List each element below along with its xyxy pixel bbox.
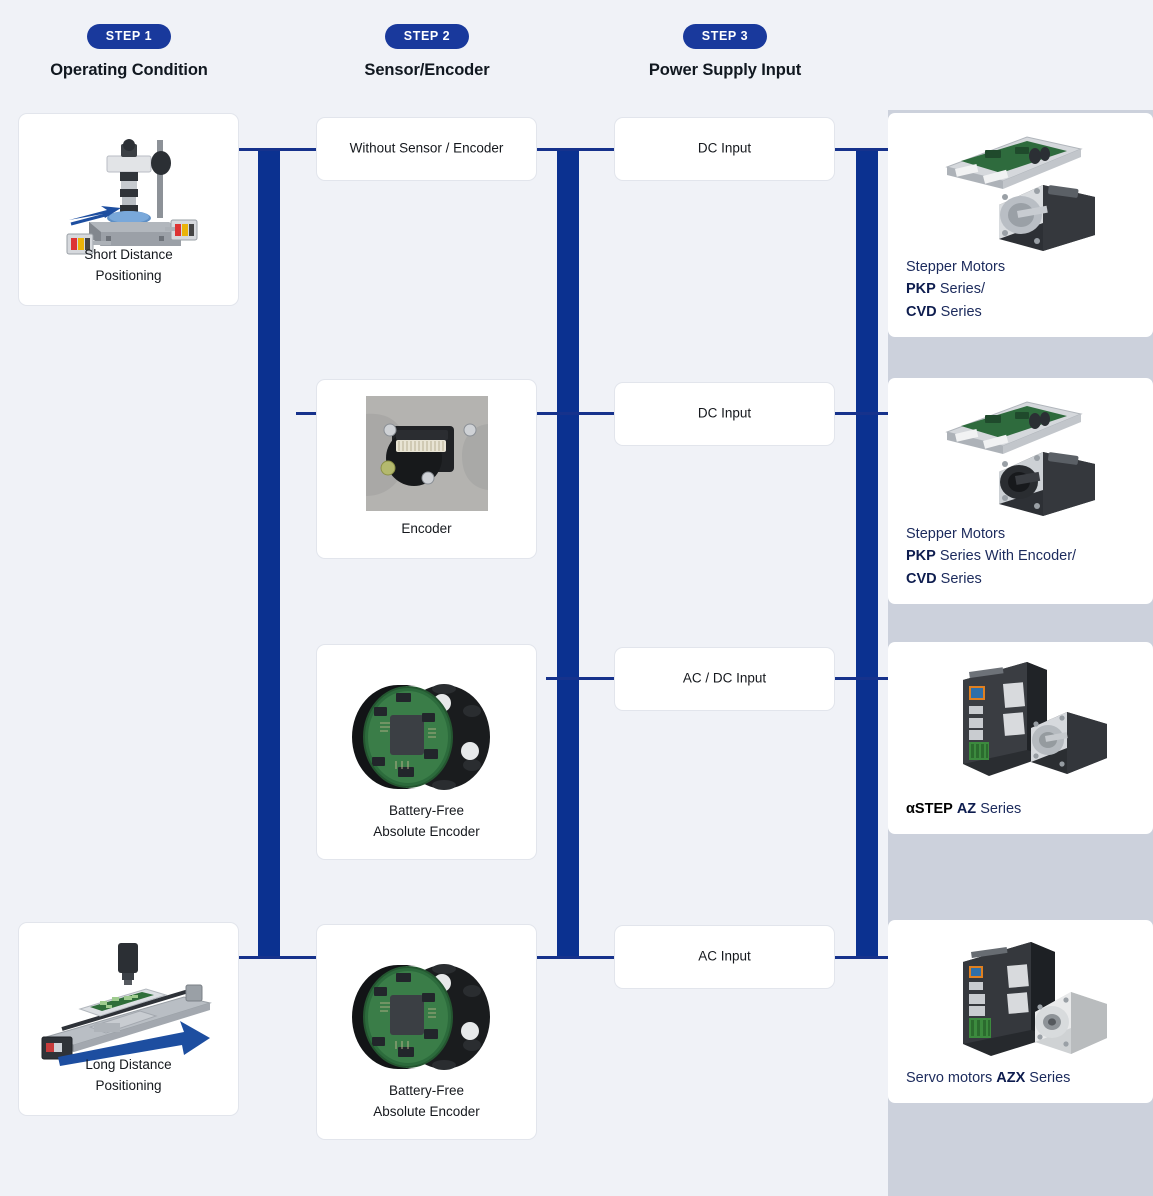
connector-line-r4-c1: [239, 956, 319, 959]
power-input-card-4[interactable]: AC Input: [614, 925, 835, 989]
product-text-pkp-cvd: Stepper Motors PKP Series/ CVD Series: [906, 256, 1139, 323]
product-line-1: Stepper Motors: [906, 258, 1006, 275]
connector-line-r4-c3: [835, 956, 891, 959]
power-input-label-3: AC / DC Input: [682, 670, 767, 686]
astep-az-driver-and-motor-icon: [888, 652, 1153, 787]
label-line-1: Long Distance: [85, 1057, 172, 1073]
power-input-label-4: AC Input: [698, 948, 751, 964]
product-line-1-prefix: Servo motors: [906, 1069, 997, 1086]
label-line-2: Absolute Encoder: [373, 824, 480, 840]
product-series-pkp: PKP: [906, 281, 936, 298]
sensor-label-encoder: Encoder: [401, 521, 452, 537]
product-line-1: Stepper Motors: [906, 525, 1006, 542]
power-input-label-2: DC Input: [697, 405, 752, 421]
operating-condition-card-short-distance[interactable]: Short Distance Positioning: [18, 113, 239, 306]
product-line-3-suffix: Series: [936, 570, 982, 587]
product-card-pkp-cvd[interactable]: Stepper Motors PKP Series/ CVD Series: [888, 113, 1153, 337]
operating-condition-label-long-distance: Long Distance Positioning: [19, 1055, 238, 1097]
step-badge-1: STEP 1: [86, 24, 172, 49]
step-title-1: Operating Condition: [50, 61, 208, 79]
label-line-1: Battery-Free: [388, 803, 465, 819]
label-line-2: Positioning: [95, 1078, 162, 1094]
operating-condition-card-long-distance[interactable]: Long Distance Positioning: [18, 922, 239, 1116]
connector-trunk-step1-step2: [258, 149, 280, 958]
label-line-1: Battery-Free: [388, 1083, 465, 1099]
power-input-card-1[interactable]: DC Input: [614, 117, 835, 181]
product-line-1-suffix: Series: [1025, 1069, 1071, 1086]
product-text-azx: Servo motors AZX Series: [906, 1067, 1139, 1089]
sensor-card-battery-free-absolute-encoder-2[interactable]: Battery-Free Absolute Encoder: [316, 924, 537, 1140]
connector-line-r1-c2: [537, 148, 617, 151]
product-line-3-suffix: Series: [936, 303, 982, 320]
product-series-az: AZ: [956, 800, 977, 817]
product-series-pkp: PKP: [906, 548, 936, 565]
sensor-card-encoder[interactable]: Encoder: [316, 379, 537, 559]
operating-condition-label-short-distance: Short Distance Positioning: [19, 245, 238, 287]
step-badge-2: STEP 2: [384, 24, 470, 49]
battery-free-absolute-encoder-icon: [317, 665, 536, 805]
azx-servo-driver-and-motor-icon: [888, 930, 1153, 1065]
product-text-pkp-encoder-cvd: Stepper Motors PKP Series With Encoder/ …: [906, 523, 1139, 590]
connector-line-r2-c2: [537, 412, 617, 415]
power-input-card-2[interactable]: DC Input: [614, 382, 835, 446]
encoder-module-icon: [317, 396, 536, 511]
sensor-label-battery-free-absolute-encoder-1: Battery-Free Absolute Encoder: [317, 801, 536, 843]
sensor-card-without-sensor[interactable]: Without Sensor / Encoder: [316, 117, 537, 181]
stepper-motor-with-encoder-and-driver-board-icon: [888, 388, 1153, 523]
label-line-2: Positioning: [95, 268, 162, 284]
product-series-azx: AZX: [996, 1069, 1026, 1086]
product-line-2-suffix: Series With Encoder/: [935, 548, 1077, 565]
connector-line-r2-c3: [835, 412, 891, 415]
step-column-2: STEP 2 Sensor/Encoder: [277, 24, 577, 80]
step-title-2: Sensor/Encoder: [364, 61, 490, 79]
step-title-3: Power Supply Input: [648, 61, 802, 79]
connector-line-r4-c2: [537, 956, 617, 959]
product-line-1-suffix: Series: [976, 800, 1022, 817]
product-prefix-astep: αSTEP: [906, 800, 953, 817]
stepper-motor-with-driver-board-icon: [888, 123, 1153, 258]
product-card-pkp-encoder-cvd[interactable]: Stepper Motors PKP Series With Encoder/ …: [888, 378, 1153, 604]
power-input-card-3[interactable]: AC / DC Input: [614, 647, 835, 711]
product-card-azx[interactable]: Servo motors AZX Series: [888, 920, 1153, 1103]
step-badge-3: STEP 3: [682, 24, 768, 49]
product-text-astep-az: αSTEP AZ Series: [906, 798, 1139, 820]
product-card-astep-az[interactable]: αSTEP AZ Series: [888, 642, 1153, 834]
battery-free-absolute-encoder-icon: [317, 945, 536, 1085]
steps-header: STEP 1 Operating Condition STEP 2 Sensor…: [0, 0, 888, 110]
step-column-1: STEP 1 Operating Condition: [0, 24, 279, 80]
connector-line-r1-c1: [239, 148, 319, 151]
connector-line-r3-c2: [835, 677, 891, 680]
label-line-1: Short Distance: [84, 247, 173, 263]
sensor-card-battery-free-absolute-encoder-1[interactable]: Battery-Free Absolute Encoder: [316, 644, 537, 860]
connector-line-r3-c1: [546, 677, 617, 680]
sensor-label-without-sensor: Without Sensor / Encoder: [349, 140, 504, 156]
product-line-2-suffix: Series/: [935, 281, 985, 298]
product-series-cvd: CVD: [906, 570, 937, 587]
product-series-cvd: CVD: [906, 303, 937, 320]
connector-trunk-step3-products: [856, 149, 878, 958]
sensor-label-battery-free-absolute-encoder-2: Battery-Free Absolute Encoder: [317, 1081, 536, 1123]
connector-line-r1-c3: [835, 148, 891, 151]
connector-trunk-step2-step3: [557, 149, 579, 958]
label-line-2: Absolute Encoder: [373, 1104, 480, 1120]
step-column-3: STEP 3 Power Supply Input: [575, 24, 875, 80]
power-input-label-1: DC Input: [697, 140, 752, 156]
